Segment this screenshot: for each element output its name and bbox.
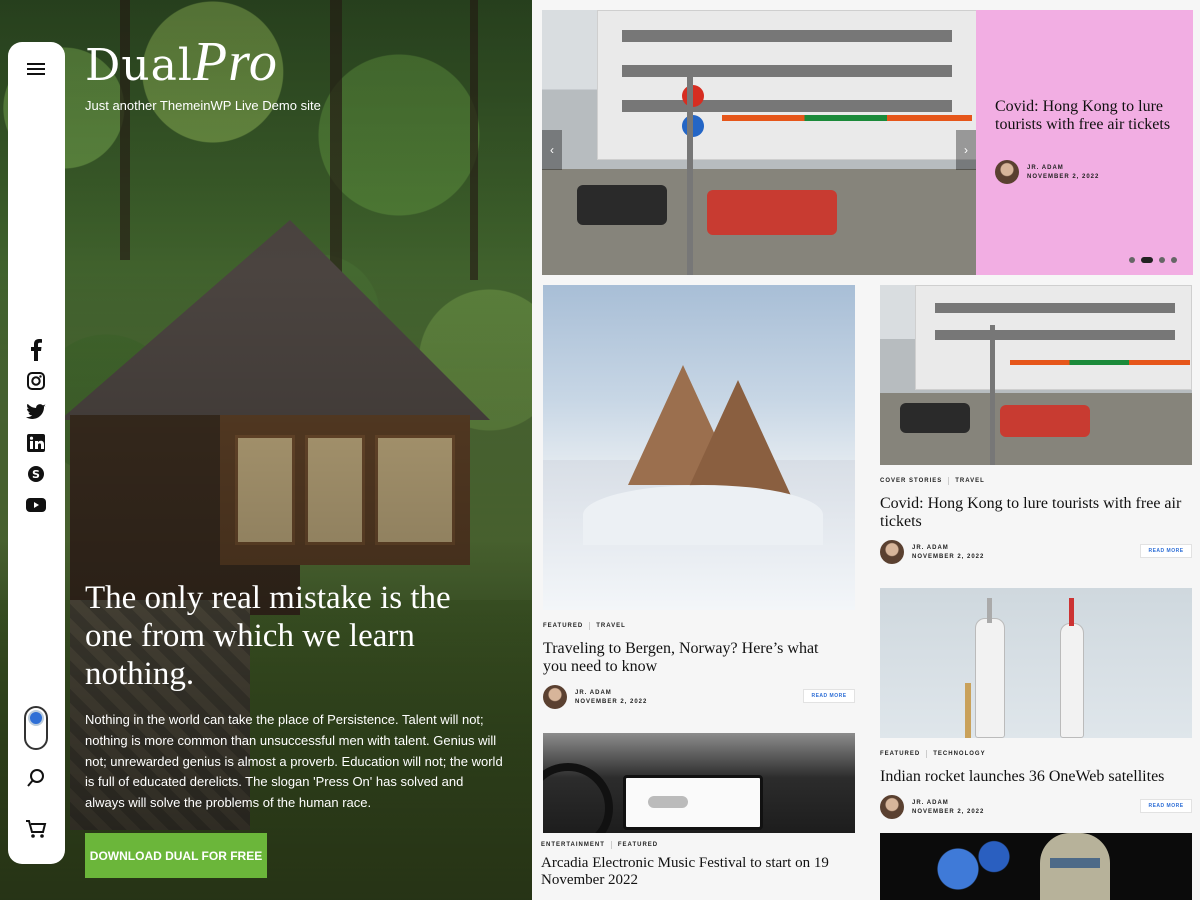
post-title[interactable]: Arcadia Electronic Music Festival to sta… [541, 855, 841, 888]
post-title[interactable]: Covid: Hong Kong to lure tourists with f… [880, 495, 1185, 530]
search-icon[interactable] [25, 767, 47, 789]
slider-dot[interactable] [1171, 257, 1177, 263]
post-thumbnail[interactable] [880, 588, 1192, 738]
slider-author[interactable]: JR. ADAM NOVEMBER 2, 2022 [995, 160, 1099, 184]
post-thumbnail[interactable] [880, 285, 1192, 465]
site-brand[interactable]: DualPro Just another ThemeinWP Live Demo… [85, 30, 321, 113]
author-avatar[interactable] [880, 540, 904, 564]
slider-dot[interactable] [1159, 257, 1165, 263]
featured-slider: ‹ › Covid: Hong Kong to lure tourists wi… [542, 10, 1193, 275]
slider-post-title[interactable]: Covid: Hong Kong to lure tourists with f… [995, 98, 1185, 133]
facebook-icon[interactable] [25, 339, 47, 361]
twitter-icon[interactable] [25, 401, 47, 423]
post-categories: FEATURED TRAVEL [543, 622, 626, 630]
download-button[interactable]: DOWNLOAD DUAL FOR FREE [85, 833, 267, 878]
post-title[interactable]: Indian rocket launches 36 OneWeb satelli… [880, 768, 1185, 786]
side-navigation: S [8, 42, 65, 864]
post-card: FEATURED TRAVEL Traveling to Bergen, Nor… [543, 285, 855, 715]
slider-prev-button[interactable]: ‹ [542, 130, 562, 170]
read-more-button[interactable]: READ MORE [1140, 799, 1192, 813]
slider-next-button[interactable]: › [956, 130, 976, 170]
slider-dot[interactable] [1129, 257, 1135, 263]
post-title[interactable]: Traveling to Bergen, Norway? Here’s what… [543, 640, 843, 675]
dark-mode-toggle[interactable] [24, 706, 48, 750]
slider-image[interactable] [542, 10, 976, 275]
read-more-button[interactable]: READ MORE [803, 689, 855, 703]
hero-quote: The only real mistake is the one from wh… [85, 580, 451, 692]
skype-icon[interactable]: S [25, 463, 47, 485]
site-logo[interactable]: DualPro [85, 30, 321, 94]
post-thumbnail[interactable] [880, 833, 1192, 900]
post-author[interactable]: JR. ADAM NOVEMBER 2, 2022 [880, 540, 984, 564]
post-author[interactable]: JR. ADAM NOVEMBER 2, 2022 [543, 685, 647, 709]
author-avatar[interactable] [995, 160, 1019, 184]
post-thumbnail[interactable] [543, 733, 855, 833]
post-card [880, 833, 1192, 900]
post-card: FEATURED TECHNOLOGY Indian rocket launch… [880, 588, 1192, 823]
youtube-icon[interactable] [25, 494, 47, 516]
slider-caption-panel: Covid: Hong Kong to lure tourists with f… [976, 10, 1193, 275]
svg-text:S: S [32, 468, 40, 481]
instagram-icon[interactable] [25, 370, 47, 392]
slider-dots [1129, 257, 1177, 263]
site-tagline: Just another ThemeinWP Live Demo site [85, 98, 321, 113]
linkedin-icon[interactable] [25, 432, 47, 454]
slider-dot-active[interactable] [1141, 257, 1153, 263]
hero-description: Nothing in the world can take the place … [85, 712, 503, 811]
cart-icon[interactable] [25, 818, 47, 840]
post-author[interactable]: JR. ADAM NOVEMBER 2, 2022 [880, 795, 984, 819]
menu-icon[interactable] [25, 58, 47, 80]
hero-section: DualPro Just another ThemeinWP Live Demo… [0, 0, 532, 900]
post-card: ENTERTAINMENT FEATURED Arcadia Electroni… [541, 733, 855, 900]
post-card: COVER STORIES TRAVEL Covid: Hong Kong to… [880, 285, 1192, 575]
post-thumbnail[interactable] [543, 285, 855, 610]
post-categories: ENTERTAINMENT FEATURED [541, 841, 659, 849]
read-more-button[interactable]: READ MORE [1140, 544, 1192, 558]
author-avatar[interactable] [543, 685, 567, 709]
toggle-knob [28, 710, 44, 726]
author-avatar[interactable] [880, 795, 904, 819]
post-categories: FEATURED TECHNOLOGY [880, 750, 986, 758]
post-categories: COVER STORIES TRAVEL [880, 477, 985, 485]
